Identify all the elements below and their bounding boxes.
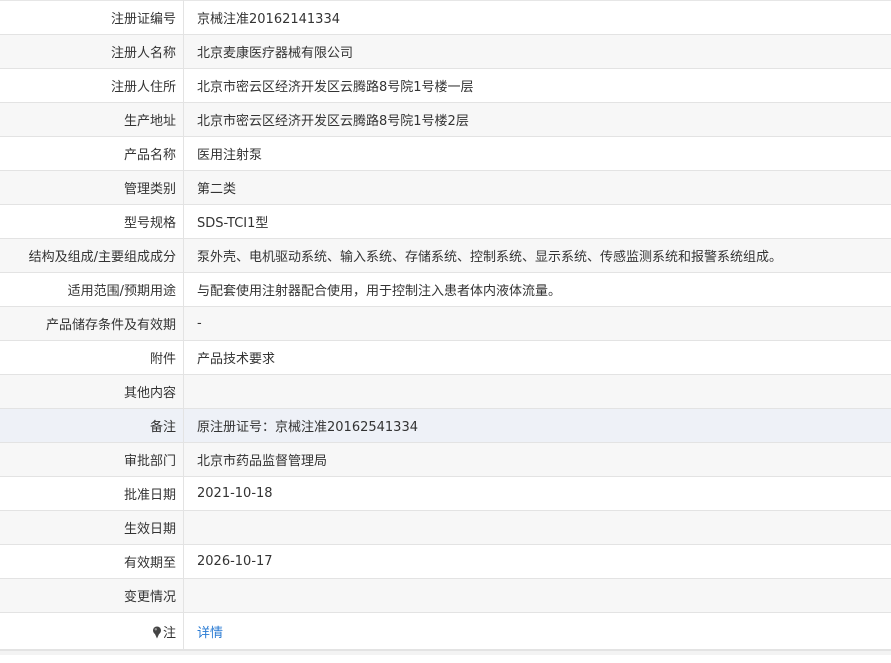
pin-icon — [152, 626, 161, 638]
label-effective-date: 生效日期 — [0, 510, 184, 545]
label-approval-date: 批准日期 — [0, 476, 184, 511]
row-approval-department: 审批部门 北京市药品监督管理局 — [0, 442, 891, 477]
row-approval-date: 批准日期 2021-10-18 — [0, 476, 891, 511]
value-change-status — [183, 578, 891, 613]
label-attachment: 附件 — [0, 340, 184, 375]
label-product-name: 产品名称 — [0, 136, 184, 171]
value-intended-use: 与配套使用注射器配合使用，用于控制注入患者体内液体流量。 — [183, 272, 891, 307]
label-registration-number: 注册证编号 — [0, 0, 184, 35]
value-other-content — [183, 374, 891, 409]
value-registrant-name: 北京麦康医疗器械有限公司 — [183, 34, 891, 69]
value-registrant-address: 北京市密云区经济开发区云腾路8号院1号楼一层 — [183, 68, 891, 103]
row-management-category: 管理类别 第二类 — [0, 170, 891, 205]
row-product-name: 产品名称 医用注射泵 — [0, 136, 891, 171]
value-approval-date: 2021-10-18 — [183, 476, 891, 511]
row-attachment: 附件 产品技术要求 — [0, 340, 891, 375]
label-other-content: 其他内容 — [0, 374, 184, 409]
value-model-spec: SDS-TCI1型 — [183, 204, 891, 239]
row-registrant-address: 注册人住所 北京市密云区经济开发区云腾路8号院1号楼一层 — [0, 68, 891, 103]
label-note: 注 — [0, 612, 184, 650]
row-registrant-name: 注册人名称 北京麦康医疗器械有限公司 — [0, 34, 891, 69]
details-link[interactable]: 详情 — [197, 626, 223, 641]
registration-detail-table: 注册证编号 京械注准20162141334 注册人名称 北京麦康医疗器械有限公司… — [0, 0, 891, 650]
label-approval-department: 审批部门 — [0, 442, 184, 477]
row-production-address: 生产地址 北京市密云区经济开发区云腾路8号院1号楼2层 — [0, 102, 891, 137]
value-management-category: 第二类 — [183, 170, 891, 205]
value-approval-department: 北京市药品监督管理局 — [183, 442, 891, 477]
label-remarks: 备注 — [0, 408, 184, 443]
row-valid-until: 有效期至 2026-10-17 — [0, 544, 891, 579]
row-remarks: 备注 原注册证号：京械注准20162541334 — [0, 408, 891, 443]
value-remarks: 原注册证号：京械注准20162541334 — [183, 408, 891, 443]
row-model-spec: 型号规格 SDS-TCI1型 — [0, 204, 891, 239]
row-storage-validity: 产品储存条件及有效期 - — [0, 306, 891, 341]
footer-divider — [0, 650, 891, 655]
value-registration-number: 京械注准20162141334 — [183, 0, 891, 35]
value-note: 详情 — [183, 612, 891, 650]
label-structure-composition: 结构及组成/主要组成成分 — [0, 238, 184, 273]
row-effective-date: 生效日期 — [0, 510, 891, 545]
label-valid-until: 有效期至 — [0, 544, 184, 579]
label-management-category: 管理类别 — [0, 170, 184, 205]
row-other-content: 其他内容 — [0, 374, 891, 409]
label-registrant-address: 注册人住所 — [0, 68, 184, 103]
value-structure-composition: 泵外壳、电机驱动系统、输入系统、存储系统、控制系统、显示系统、传感监测系统和报警… — [183, 238, 891, 273]
label-production-address: 生产地址 — [0, 102, 184, 137]
label-storage-validity: 产品储存条件及有效期 — [0, 306, 184, 341]
row-registration-number: 注册证编号 京械注准20162141334 — [0, 0, 891, 35]
value-production-address: 北京市密云区经济开发区云腾路8号院1号楼2层 — [183, 102, 891, 137]
label-intended-use: 适用范围/预期用途 — [0, 272, 184, 307]
row-intended-use: 适用范围/预期用途 与配套使用注射器配合使用，用于控制注入患者体内液体流量。 — [0, 272, 891, 307]
value-effective-date — [183, 510, 891, 545]
label-model-spec: 型号规格 — [0, 204, 184, 239]
value-valid-until: 2026-10-17 — [183, 544, 891, 579]
value-product-name: 医用注射泵 — [183, 136, 891, 171]
row-change-status: 变更情况 — [0, 578, 891, 613]
label-change-status: 变更情况 — [0, 578, 184, 613]
label-registrant-name: 注册人名称 — [0, 34, 184, 69]
value-attachment: 产品技术要求 — [183, 340, 891, 375]
row-structure-composition: 结构及组成/主要组成成分 泵外壳、电机驱动系统、输入系统、存储系统、控制系统、显… — [0, 238, 891, 273]
note-label: 注 — [162, 625, 176, 641]
row-note: 注 详情 — [0, 612, 891, 650]
value-storage-validity: - — [183, 306, 891, 341]
